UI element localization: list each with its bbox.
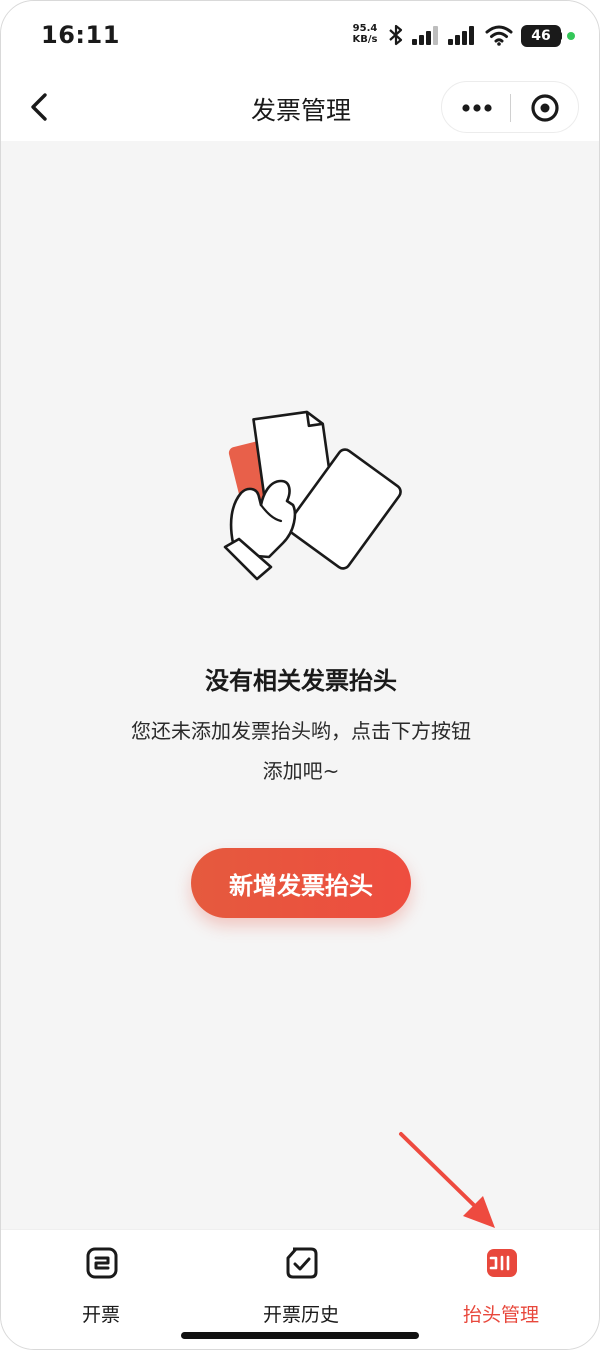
tab-label-issue: 开票 <box>81 1304 120 1326</box>
tab-invoice-history[interactable]: 开票历史 <box>241 1244 361 1326</box>
header-manage-icon <box>487 1249 517 1277</box>
charging-dot <box>567 32 575 40</box>
tab-label-header-manage: 抬头管理 <box>462 1304 539 1326</box>
home-indicator <box>181 1332 419 1339</box>
close-circle-icon[interactable] <box>522 88 568 128</box>
network-speed-value: 95.4 <box>352 23 378 34</box>
battery-cap <box>559 32 562 40</box>
status-bar: 16:11 95.4 KB/s 46 <box>1 1 599 73</box>
network-speed-unit: KB/s <box>352 34 378 45</box>
nav-bar: 发票管理 <box>1 73 599 141</box>
more-dots-icon[interactable] <box>452 88 502 128</box>
hand-holding-invoices-illustration <box>223 410 402 581</box>
empty-state-title: 没有相关发票抬头 <box>205 667 397 695</box>
tab-issue-invoice[interactable]: 开票 <box>41 1244 161 1326</box>
annotation-arrow-icon <box>399 1132 495 1228</box>
signal-strength-icon <box>412 26 438 45</box>
tab-header-management[interactable]: 抬头管理 <box>441 1244 561 1326</box>
phone-frame: 16:11 95.4 KB/s 46 发票管理 没有相关发票抬头 您还未添加发票… <box>0 0 600 1350</box>
network-speed: 95.4 KB/s <box>349 23 381 45</box>
wifi-icon <box>485 25 513 46</box>
capsule-divider <box>510 94 511 122</box>
tab-label-history: 开票历史 <box>262 1304 339 1326</box>
status-time: 16:11 <box>41 21 120 49</box>
empty-state-description: 您还未添加发票抬头哟，点击下方按钮 添加吧~ <box>101 711 501 791</box>
invoice-icon <box>86 1247 118 1279</box>
empty-state-desc-line2: 添加吧~ <box>262 759 340 783</box>
add-invoice-header-button[interactable]: 新增发票抬头 <box>191 848 411 918</box>
history-check-icon <box>286 1247 318 1279</box>
signal-strength-icon-2 <box>448 26 474 45</box>
battery-indicator: 46 <box>521 25 561 47</box>
empty-state-desc-line1: 您还未添加发票抬头哟，点击下方按钮 <box>131 719 471 743</box>
mini-program-capsule <box>441 81 579 133</box>
bluetooth-icon <box>389 24 403 46</box>
